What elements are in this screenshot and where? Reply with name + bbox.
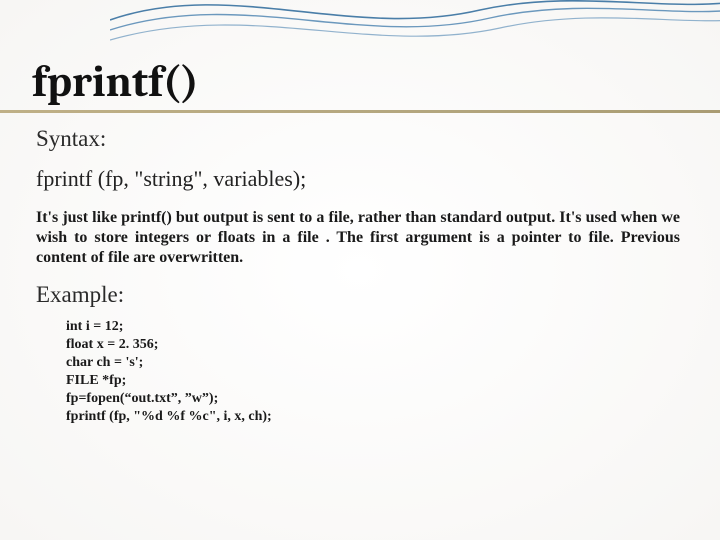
code-block: int i = 12; float x = 2. 356; char ch = …: [66, 318, 680, 425]
syntax-label: Syntax:: [36, 126, 680, 152]
slide-title: fprintf(): [32, 56, 199, 107]
decorative-wave: [110, 0, 720, 52]
function-signature: fprintf (fp, "string", variables);: [36, 166, 680, 192]
description-text: It's just like printf() but output is se…: [36, 208, 680, 268]
title-underline: [0, 110, 720, 113]
content-area: Syntax: fprintf (fp, "string", variables…: [36, 120, 680, 426]
example-label: Example:: [36, 282, 680, 308]
